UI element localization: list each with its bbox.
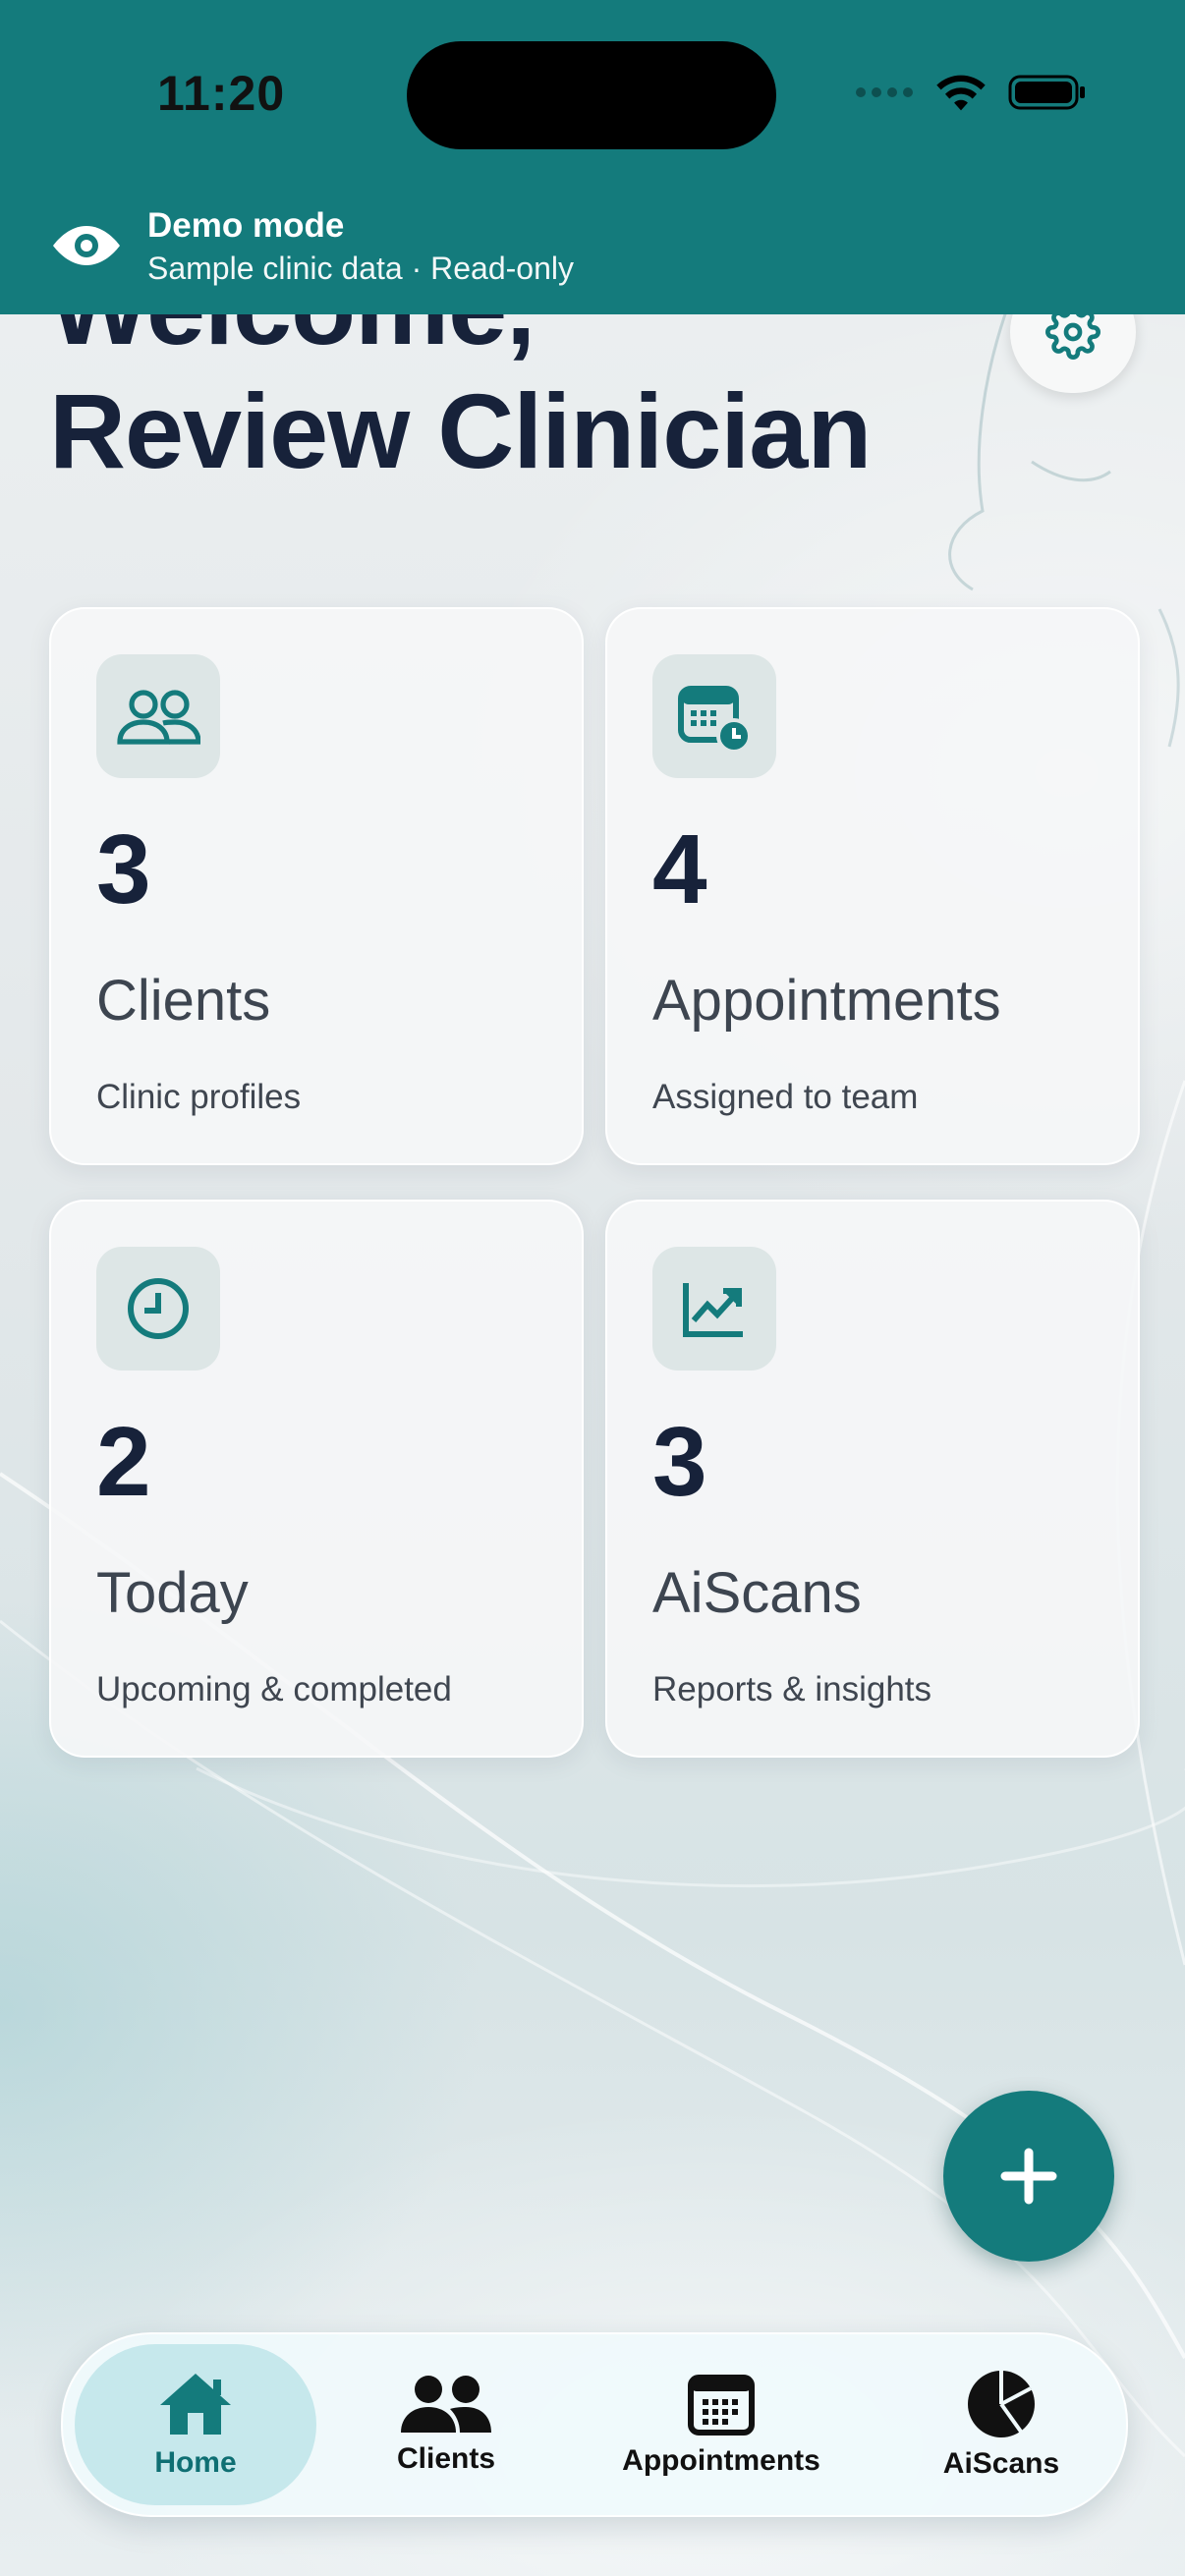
stat-card-appointments[interactable]: 4 Appointments Assigned to team xyxy=(605,607,1140,1165)
tab-label: Clients xyxy=(396,2442,496,2475)
trending-up-icon xyxy=(683,1283,743,1337)
card-icon-box xyxy=(96,654,220,778)
card-icon-box xyxy=(652,1247,776,1371)
demo-mode-title: Demo mode xyxy=(147,206,345,245)
tab-label: Appointments xyxy=(622,2444,820,2477)
stat-card-clients[interactable]: 3 Clients Clinic profiles xyxy=(49,607,584,1165)
card-subtitle: Assigned to team xyxy=(652,1078,919,1116)
card-icon-box xyxy=(652,654,776,778)
tab-aiscans[interactable]: AiScans xyxy=(908,2344,1095,2505)
calendar-clock-icon xyxy=(678,686,752,754)
wifi-icon xyxy=(936,75,986,111)
welcome-line-2: Review Clinician xyxy=(49,371,872,490)
tab-label: AiScans xyxy=(942,2447,1060,2480)
home-icon xyxy=(160,2374,231,2435)
card-subtitle: Upcoming & completed xyxy=(96,1670,452,1708)
users-icon xyxy=(117,690,200,745)
status-icons xyxy=(855,73,1087,112)
battery-icon xyxy=(1008,75,1085,110)
tab-clients[interactable]: Clients xyxy=(358,2344,535,2505)
card-value: 2 xyxy=(96,1407,151,1517)
stat-card-today[interactable]: 2 Today Upcoming & completed xyxy=(49,1200,584,1758)
pie-chart-icon xyxy=(968,2371,1035,2437)
tab-home[interactable]: Home xyxy=(75,2344,316,2505)
card-icon-box xyxy=(96,1247,220,1371)
users-icon xyxy=(401,2376,491,2433)
card-label: Today xyxy=(96,1561,249,1625)
bottom-tab-bar: Home Clients Appointments AiScans xyxy=(61,2332,1128,2517)
dynamic-island xyxy=(407,41,776,149)
stat-card-aiscans[interactable]: 3 AiScans Reports & insights xyxy=(605,1200,1140,1758)
card-subtitle: Reports & insights xyxy=(652,1670,932,1708)
calendar-icon xyxy=(688,2375,755,2436)
tab-label: Home xyxy=(154,2446,237,2479)
status-bar: 11:20 xyxy=(0,0,1185,189)
card-value: 4 xyxy=(652,814,707,924)
card-value: 3 xyxy=(652,1407,707,1517)
plus-icon xyxy=(1000,2148,1057,2205)
cellular-signal-icon xyxy=(856,87,913,97)
demo-mode-banner-content: Demo mode Sample clinic data · Read-only xyxy=(0,189,1185,314)
card-label: Clients xyxy=(96,969,271,1033)
card-label: AiScans xyxy=(652,1561,862,1625)
demo-mode-subtitle: Sample clinic data · Read-only xyxy=(147,251,574,286)
card-label: Appointments xyxy=(652,969,1001,1033)
tab-appointments[interactable]: Appointments xyxy=(593,2344,849,2505)
add-button[interactable] xyxy=(943,2091,1114,2262)
clock-icon xyxy=(128,1278,189,1339)
status-time: 11:20 xyxy=(157,66,286,121)
card-subtitle: Clinic profiles xyxy=(96,1078,302,1116)
eye-icon xyxy=(53,226,120,265)
card-value: 3 xyxy=(96,814,151,924)
